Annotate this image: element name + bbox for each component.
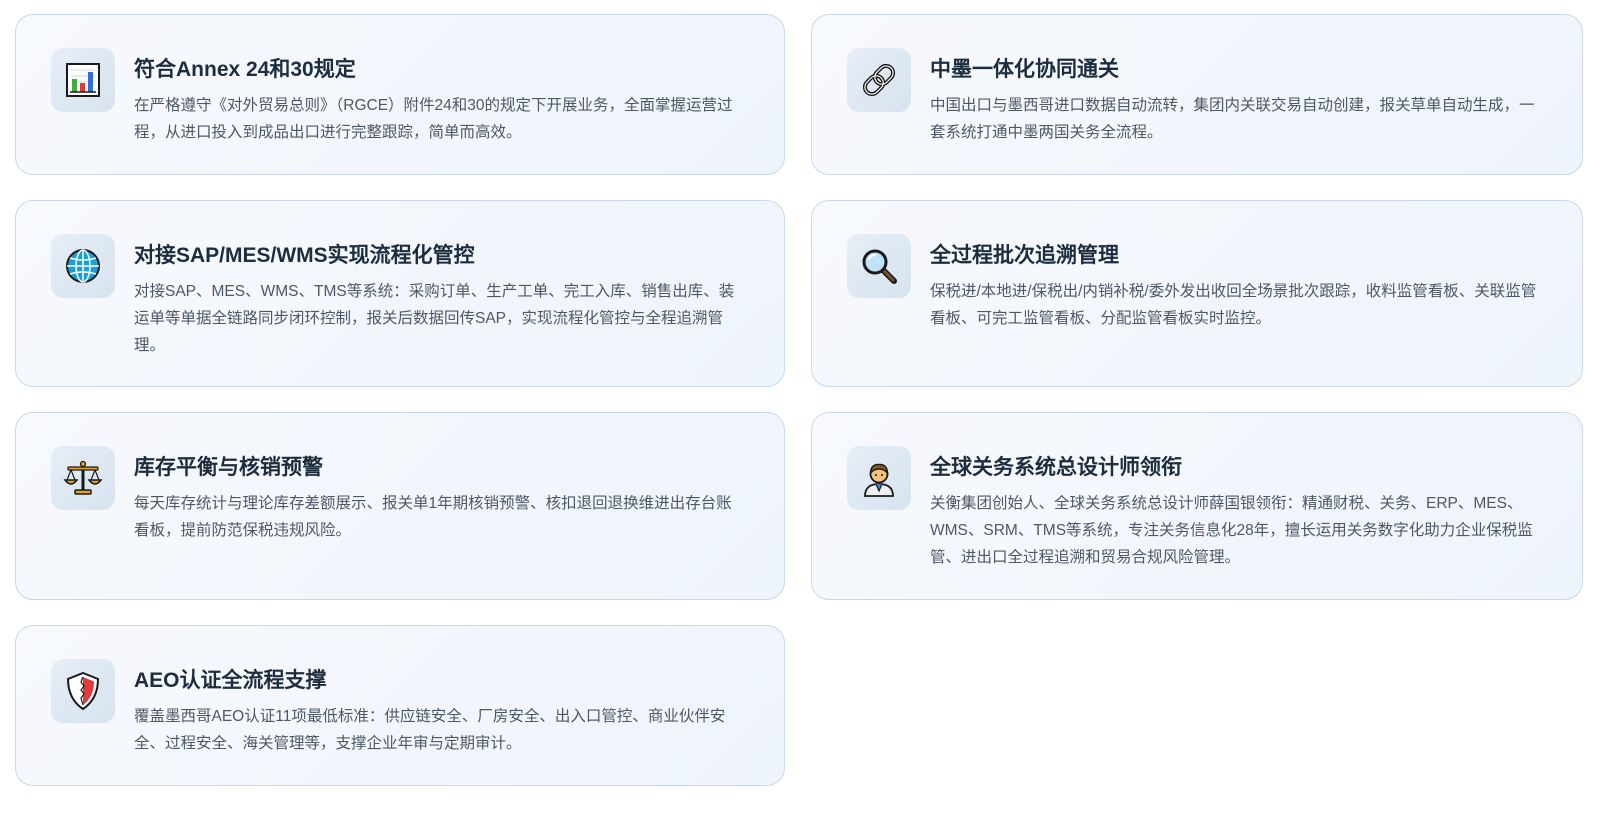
bar-chart-icon: [51, 48, 115, 112]
feature-card-inventory-balance[interactable]: 库存平衡与核销预警 每天库存统计与理论库存差额展示、报关单1年期核销预警、核扣退…: [15, 412, 785, 600]
feature-card-annex-compliance[interactable]: 符合Annex 24和30规定 在严格遵守《对外贸易总则》（RGCE）附件24和…: [15, 14, 785, 175]
feature-card-chief-designer[interactable]: 全球关务系统总设计师领衔 关衡集团创始人、全球关务系统总设计师薛国银领衔：精通财…: [811, 412, 1583, 600]
feature-description: 覆盖墨西哥AEO认证11项最低标准：供应链安全、厂房安全、出入口管控、商业伙伴安…: [134, 708, 726, 752]
link-icon: [847, 48, 911, 112]
magnifier-icon: [847, 234, 911, 298]
feature-card-sap-integration[interactable]: 对接SAP/MES/WMS实现流程化管控 对接SAP、MES、WMS、TMS等系…: [15, 200, 785, 387]
shield-icon: [51, 659, 115, 723]
scales-icon: [51, 446, 115, 510]
feature-title: 全过程批次追溯管理: [930, 244, 1119, 267]
feature-title: 库存平衡与核销预警: [134, 456, 323, 479]
feature-description: 中国出口与墨西哥进口数据自动流转，集团内关联交易自动创建，报关草单自动生成，一套…: [930, 97, 1535, 141]
feature-description: 关衡集团创始人、全球关务系统总设计师薛国银领衔：精通财税、关务、ERP、MES、…: [930, 495, 1533, 566]
feature-description: 保税进/本地进/保税出/内销补税/委外发出收回全场景批次跟踪，收料监管看板、关联…: [930, 283, 1537, 327]
feature-description: 每天库存统计与理论库存差额展示、报关单1年期核销预警、核扣退回退换维进出存台账看…: [134, 495, 732, 539]
feature-title: AEO认证全流程支撑: [134, 669, 327, 692]
feature-title: 中墨一体化协同通关: [930, 58, 1119, 81]
feature-title: 符合Annex 24和30规定: [134, 58, 356, 81]
globe-icon: [51, 234, 115, 298]
feature-description: 对接SAP、MES、WMS、TMS等系统：采购订单、生产工单、完工入库、销售出库…: [134, 283, 735, 354]
feature-card-aeo-certification[interactable]: AEO认证全流程支撑 覆盖墨西哥AEO认证11项最低标准：供应链安全、厂房安全、…: [15, 625, 785, 786]
feature-grid: 符合Annex 24和30规定 在严格遵守《对外贸易总则》（RGCE）附件24和…: [0, 0, 1598, 814]
feature-title: 对接SAP/MES/WMS实现流程化管控: [134, 244, 475, 267]
feature-description: 在严格遵守《对外贸易总则》（RGCE）附件24和30的规定下开展业务，全面掌握运…: [134, 97, 733, 141]
feature-card-china-mexico-clearance[interactable]: 中墨一体化协同通关 中国出口与墨西哥进口数据自动流转，集团内关联交易自动创建，报…: [811, 14, 1583, 175]
feature-title: 全球关务系统总设计师领衔: [930, 456, 1182, 479]
person-icon: [847, 446, 911, 510]
feature-card-batch-traceability[interactable]: 全过程批次追溯管理 保税进/本地进/保税出/内销补税/委外发出收回全场景批次跟踪…: [811, 200, 1583, 387]
